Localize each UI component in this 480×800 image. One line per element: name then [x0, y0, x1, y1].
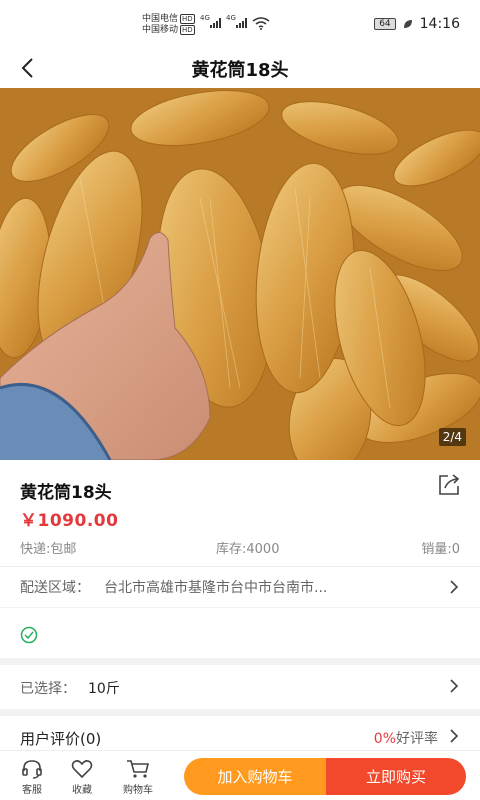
favorite-label: 收藏 — [72, 785, 92, 796]
network-2-label: 4G — [226, 14, 236, 22]
guarantee-row — [0, 608, 480, 658]
product-price: ￥1090.00 — [20, 511, 119, 531]
carrier-1-label: 中国电信 — [142, 14, 179, 24]
wifi-icon — [252, 17, 270, 30]
sales-info: 销量:0 — [421, 542, 460, 557]
reviews-label: 用户评价(0) — [20, 730, 102, 748]
cart-icon — [127, 760, 150, 778]
page-title: 黄花筒18头 — [191, 60, 289, 81]
selected-spec-row[interactable]: 已选择： 10斤 — [0, 665, 480, 709]
check-circle-icon — [20, 626, 38, 644]
chevron-right-icon — [450, 729, 459, 743]
shipping-info: 快递:包邮 — [20, 542, 77, 557]
image-counter: 2/4 — [438, 428, 466, 446]
bottom-action-bar: 客服 收藏 购物车 加入购物车 立即购买 — [0, 750, 480, 800]
share-icon[interactable] — [436, 472, 462, 498]
product-image-gallery[interactable]: 2/4 — [0, 88, 480, 460]
cart-label: 购物车 — [123, 785, 153, 796]
heart-icon — [71, 760, 93, 779]
cart-button[interactable]: 购物车 — [118, 759, 158, 796]
reviews-row[interactable]: 用户评价(0) 0%好评率 — [0, 716, 480, 750]
selected-label: 已选择： — [20, 681, 76, 697]
status-right: 64 14:16 — [374, 16, 460, 32]
delivery-area-value: 台北市高雄市基隆市台中市台南市... — [104, 580, 328, 596]
positive-rate-label: 好评率 — [396, 731, 438, 747]
selected-value: 10斤 — [88, 681, 120, 697]
customer-service-button[interactable]: 客服 — [12, 759, 52, 796]
product-photo — [0, 88, 480, 460]
delivery-area-row[interactable]: 配送区域： 台北市高雄市基隆市台中市台南市... — [0, 567, 480, 607]
stock-info: 库存:4000 — [216, 542, 280, 557]
hd-badge-1: HD — [180, 14, 195, 24]
network-1-label: 4G — [200, 14, 210, 22]
delivery-area-label: 配送区域： — [20, 580, 90, 596]
headset-icon — [22, 760, 42, 779]
status-bar: 中国电信 HD 中国移动 HD 4G 4G 64 14:16 — [0, 0, 480, 48]
nav-bar: 黄花筒18头 — [0, 48, 480, 88]
signal-1-icon — [210, 18, 221, 28]
carrier-info: 中国电信 HD 中国移动 HD — [142, 14, 195, 36]
add-to-cart-button[interactable]: 加入购物车 — [184, 758, 326, 795]
chevron-right-icon — [450, 679, 459, 693]
buy-now-button[interactable]: 立即购买 — [326, 758, 466, 795]
signal-2-icon — [236, 18, 247, 28]
hd-badge-2: HD — [180, 25, 195, 35]
battery-icon: 64 — [374, 18, 396, 30]
carrier-2-label: 中国移动 — [142, 25, 179, 35]
customer-service-label: 客服 — [22, 785, 42, 796]
clock: 14:16 — [419, 16, 460, 32]
positive-rate-value: 0% — [373, 731, 396, 747]
favorite-button[interactable]: 收藏 — [62, 759, 102, 796]
chevron-right-icon — [450, 580, 459, 594]
leaf-icon — [403, 20, 412, 28]
positive-rate: 0%好评率 — [374, 728, 438, 748]
product-info: 黄花筒18头 ￥1090.00 快递:包邮 库存:4000 销量:0 — [0, 460, 480, 566]
product-name: 黄花筒18头 — [20, 483, 112, 503]
